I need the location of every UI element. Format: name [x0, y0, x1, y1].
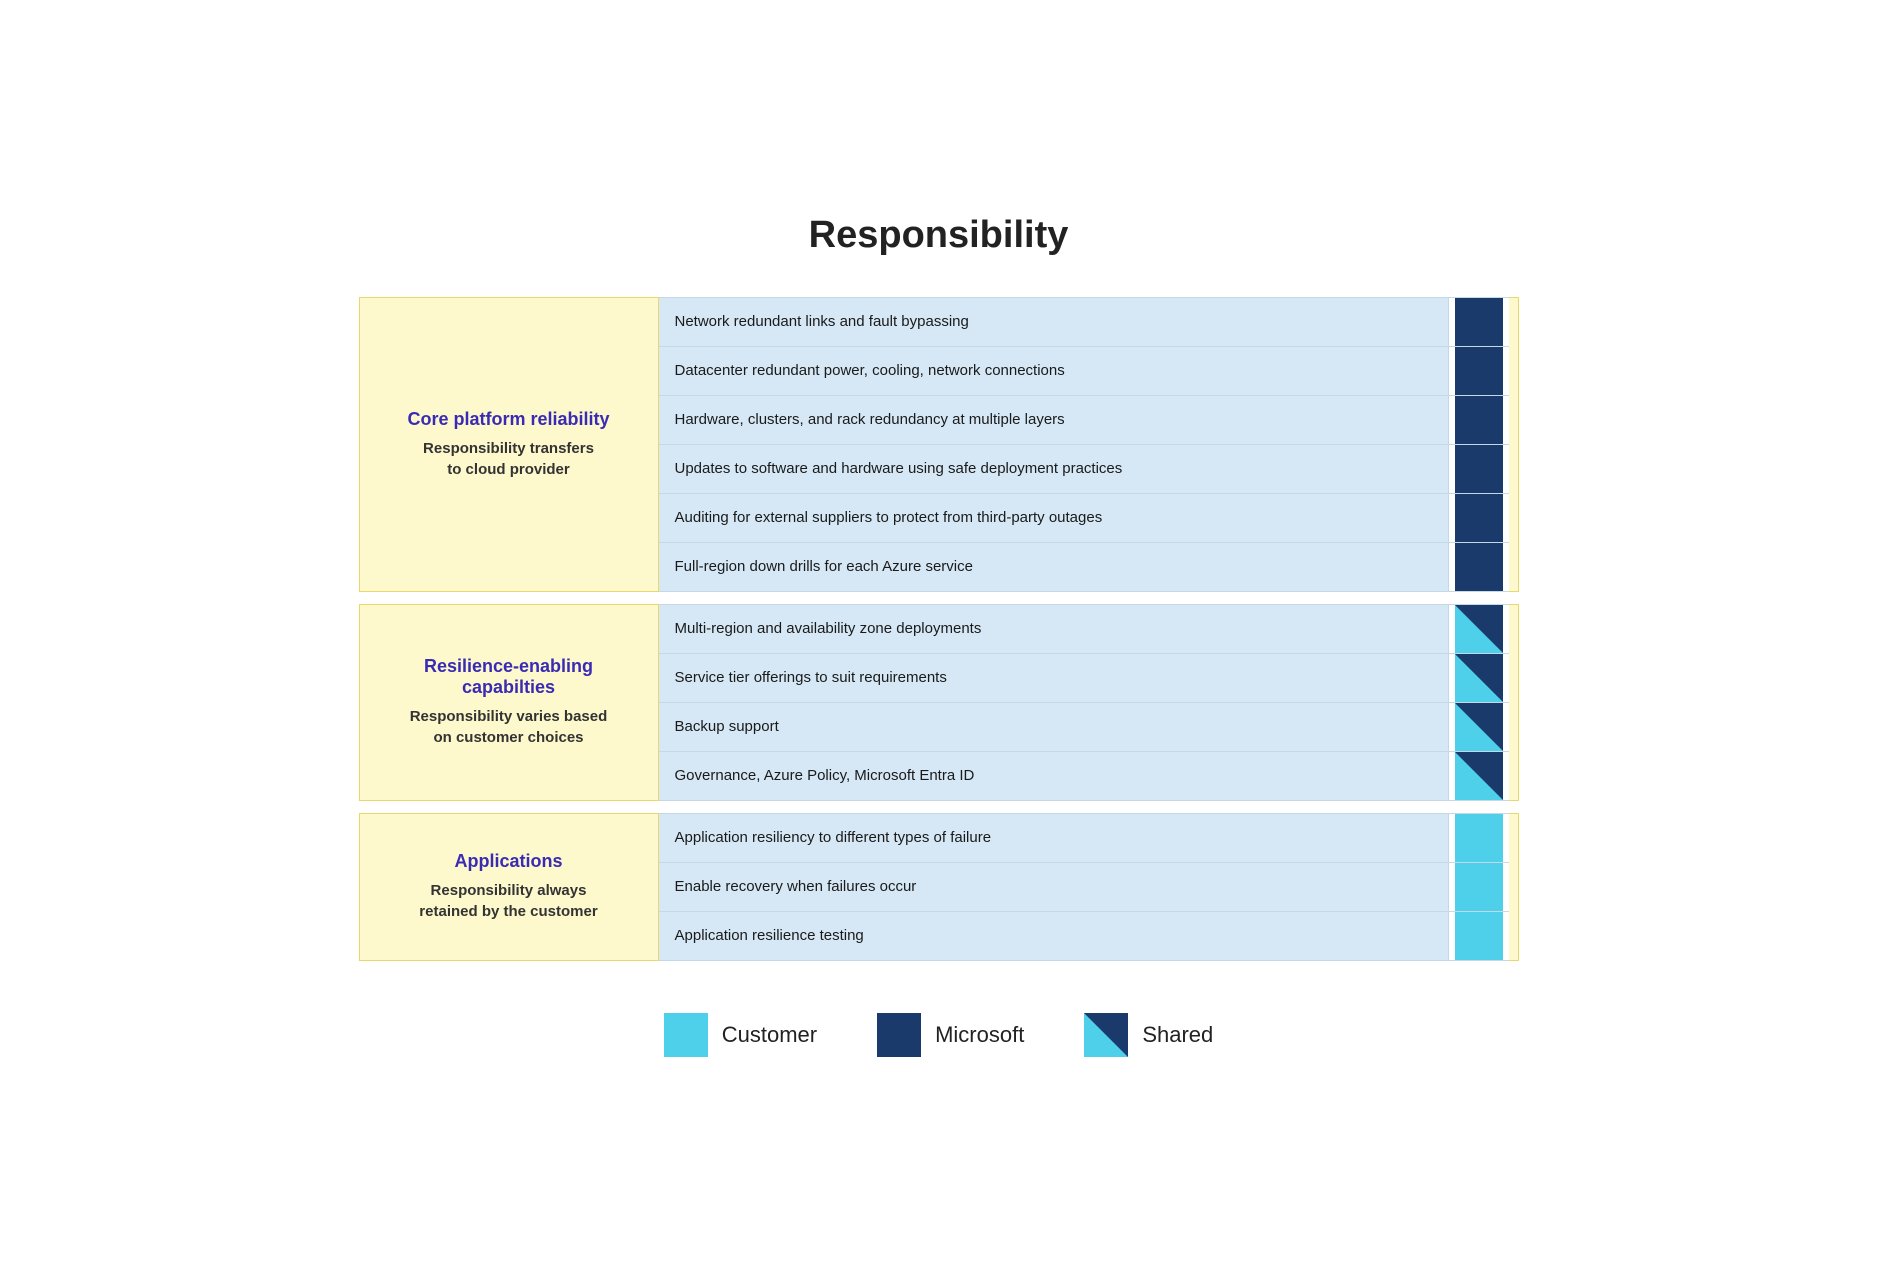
section-row-applications: Applications Responsibility always retain…: [359, 813, 1519, 961]
item-text: Updates to software and hardware using s…: [659, 445, 1449, 493]
legend-label-microsoft: Microsoft: [935, 1022, 1024, 1048]
item-row: Backup support: [659, 703, 1509, 752]
item-row: Full-region down drills for each Azure s…: [659, 543, 1509, 592]
item-row: Auditing for external suppliers to prote…: [659, 494, 1509, 543]
items-column-applications: Application resiliency to different type…: [659, 813, 1509, 961]
section-spacer: [1509, 604, 1519, 801]
item-text: Auditing for external suppliers to prote…: [659, 494, 1449, 542]
items-column-core-platform: Network redundant links and fault bypass…: [659, 297, 1509, 592]
section-subtitle-core-platform: Responsibility transfers to cloud provid…: [423, 438, 594, 480]
item-row: Governance, Azure Policy, Microsoft Entr…: [659, 752, 1509, 801]
item-text: Datacenter redundant power, cooling, net…: [659, 347, 1449, 395]
indicator-shared: [1455, 752, 1503, 800]
indicator-customer: [1455, 912, 1503, 960]
item-row: Datacenter redundant power, cooling, net…: [659, 347, 1509, 396]
item-text: Application resiliency to different type…: [659, 814, 1449, 862]
indicator-shared: [1455, 654, 1503, 702]
indicator-customer: [1455, 863, 1503, 911]
indicator-microsoft: [1455, 494, 1503, 542]
item-row: Service tier offerings to suit requireme…: [659, 654, 1509, 703]
section-label-applications: Applications Responsibility always retain…: [359, 813, 659, 961]
indicator-microsoft: [1455, 543, 1503, 591]
item-row: Hardware, clusters, and rack redundancy …: [659, 396, 1509, 445]
legend-label-shared: Shared: [1142, 1022, 1213, 1048]
item-row: Network redundant links and fault bypass…: [659, 297, 1509, 347]
indicator-microsoft: [1455, 298, 1503, 346]
section-row-core-platform: Core platform reliability Responsibility …: [359, 297, 1519, 592]
item-row: Multi-region and availability zone deplo…: [659, 604, 1509, 654]
indicator-shared: [1455, 605, 1503, 653]
legend-box-microsoft: [877, 1013, 921, 1057]
item-text: Service tier offerings to suit requireme…: [659, 654, 1449, 702]
section-title-applications: Applications: [454, 851, 562, 872]
item-text: Hardware, clusters, and rack redundancy …: [659, 396, 1449, 444]
section-title-resilience-enabling: Resilience-enabling capabilties: [380, 656, 638, 698]
item-text: Application resilience testing: [659, 912, 1449, 960]
legend-label-customer: Customer: [722, 1022, 817, 1048]
legend-box-shared: [1084, 1013, 1128, 1057]
items-column-resilience-enabling: Multi-region and availability zone deplo…: [659, 604, 1509, 801]
legend-box-customer: [664, 1013, 708, 1057]
legend-item-microsoft: Microsoft: [877, 1013, 1024, 1057]
main-layout: Core platform reliability Responsibility …: [359, 297, 1519, 973]
item-text: Full-region down drills for each Azure s…: [659, 543, 1449, 591]
indicator-microsoft: [1455, 445, 1503, 493]
item-row: Application resiliency to different type…: [659, 813, 1509, 863]
item-text: Multi-region and availability zone deplo…: [659, 605, 1449, 653]
item-row: Updates to software and hardware using s…: [659, 445, 1509, 494]
item-text: Network redundant links and fault bypass…: [659, 298, 1449, 346]
item-text: Backup support: [659, 703, 1449, 751]
legend-item-shared: Shared: [1084, 1013, 1213, 1057]
item-text: Enable recovery when failures occur: [659, 863, 1449, 911]
section-title-core-platform: Core platform reliability: [407, 409, 609, 430]
indicator-customer: [1455, 814, 1503, 862]
legend-item-customer: Customer: [664, 1013, 817, 1057]
section-subtitle-applications: Responsibility always retained by the cu…: [419, 880, 597, 922]
section-label-resilience-enabling: Resilience-enabling capabilties Responsib…: [359, 604, 659, 801]
item-row: Enable recovery when failures occur: [659, 863, 1509, 912]
legend-area: Customer Microsoft Shared: [359, 1013, 1519, 1057]
page-title: Responsibility: [359, 214, 1519, 257]
indicator-microsoft: [1455, 396, 1503, 444]
indicator-microsoft: [1455, 347, 1503, 395]
indicator-shared: [1455, 703, 1503, 751]
section-spacer: [1509, 813, 1519, 961]
item-text: Governance, Azure Policy, Microsoft Entr…: [659, 752, 1449, 800]
section-subtitle-resilience-enabling: Responsibility varies based on customer …: [410, 706, 608, 748]
section-spacer: [1509, 297, 1519, 592]
section-label-core-platform: Core platform reliability Responsibility …: [359, 297, 659, 592]
section-row-resilience-enabling: Resilience-enabling capabilties Responsib…: [359, 604, 1519, 801]
item-row: Application resilience testing: [659, 912, 1509, 961]
